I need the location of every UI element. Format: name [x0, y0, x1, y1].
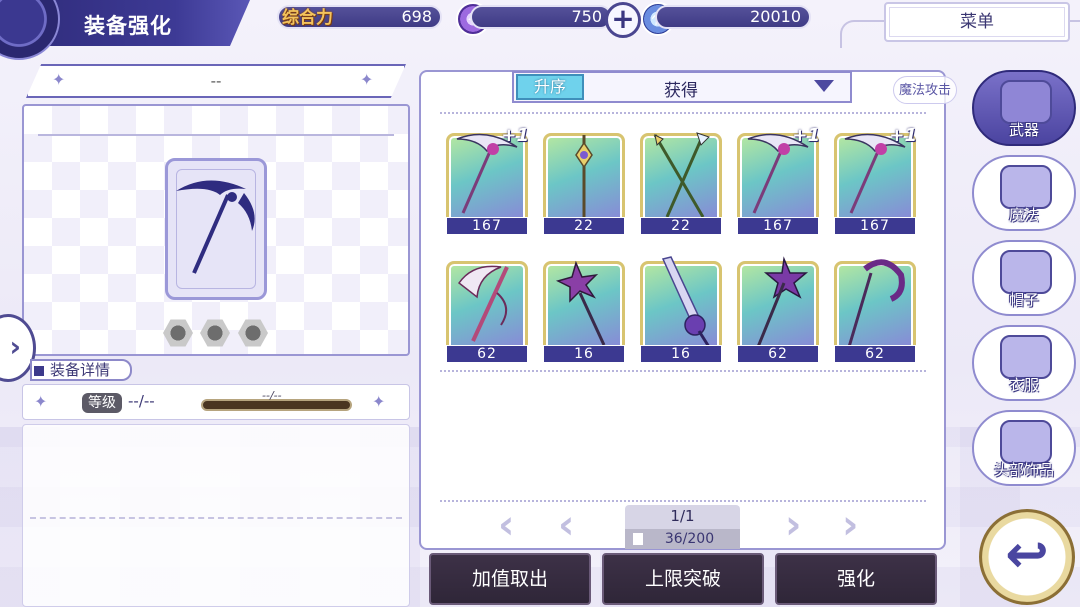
- grid-top-divider: [440, 112, 926, 114]
- glasses-icon: [1000, 420, 1052, 464]
- enhance-button[interactable]: 强化: [775, 553, 937, 605]
- item-value: 62: [834, 345, 916, 363]
- mana-value: 20010: [750, 7, 801, 26]
- inventory-item[interactable]: +1 167: [831, 125, 919, 235]
- limit-break-button[interactable]: 上限突破: [602, 553, 764, 605]
- sort-order-button[interactable]: 升序: [516, 74, 584, 100]
- item-value: 62: [446, 345, 528, 363]
- chevron-down-icon[interactable]: [814, 80, 834, 92]
- crossed-weapons-icon: [1000, 80, 1052, 124]
- category-label: 帽子: [1008, 291, 1039, 309]
- power-value: 698: [401, 7, 432, 26]
- next-page-icon[interactable]: ›: [785, 505, 801, 545]
- category-clothes[interactable]: 衣服: [972, 325, 1076, 401]
- item-value: 62: [737, 345, 819, 363]
- sparkle-icon: ✦: [34, 392, 48, 411]
- sparkle-icon: ✦: [52, 70, 66, 89]
- plus-tag: +1: [501, 125, 529, 146]
- equipment-name: --: [26, 64, 406, 98]
- item-value: 22: [640, 217, 722, 235]
- item-value: 167: [446, 217, 528, 235]
- inventory-item[interactable]: +1 167: [734, 125, 822, 235]
- prev-page-icon[interactable]: ‹: [558, 505, 574, 545]
- item-value: 16: [640, 345, 722, 363]
- plus-tag: +1: [889, 125, 917, 146]
- inventory-item[interactable]: 22: [540, 125, 628, 235]
- crook-staff-icon: [847, 259, 905, 348]
- great-sword-icon: [661, 256, 711, 348]
- plus-tag: +1: [792, 125, 820, 146]
- star-mace-icon: [555, 260, 606, 346]
- category-label: 武器: [1008, 121, 1039, 139]
- last-page-icon[interactable]: ›: [842, 505, 858, 545]
- page-number: 1/1: [670, 507, 695, 525]
- category-weapon[interactable]: 武器: [972, 70, 1076, 146]
- exp-text: --/--: [262, 389, 282, 402]
- back-button[interactable]: ↩: [979, 509, 1075, 605]
- item-value: 167: [834, 217, 916, 235]
- filter-magic-attack[interactable]: 魔法攻击: [893, 76, 957, 104]
- first-page-icon[interactable]: ‹: [498, 505, 514, 545]
- inventory-item[interactable]: 16: [637, 253, 725, 363]
- scythe-silhouette-icon: [176, 180, 255, 274]
- inventory-item[interactable]: 62: [831, 253, 919, 363]
- category-magic[interactable]: 魔法: [972, 155, 1076, 231]
- inventory-item[interactable]: 22: [637, 125, 725, 235]
- sort-field[interactable]: 获得: [664, 76, 698, 101]
- inventory-item[interactable]: 62: [443, 253, 531, 363]
- page-title: 装备强化: [84, 14, 172, 38]
- clothes-icon: [1000, 335, 1052, 379]
- detail-tab[interactable]: 装备详情: [30, 359, 132, 381]
- sparkle-icon: ✦: [360, 70, 374, 89]
- description-divider: [30, 517, 402, 519]
- category-label: 头部饰品: [993, 461, 1054, 479]
- category-hat[interactable]: 帽子: [972, 240, 1076, 316]
- star-value: 750: [571, 7, 602, 26]
- clock-emblem-icon: [0, 0, 60, 60]
- star-staff-icon: [756, 256, 809, 348]
- category-label: 魔法: [1008, 206, 1039, 224]
- inventory-item[interactable]: 16: [540, 253, 628, 363]
- crescent-blade-icon: [457, 265, 509, 342]
- weapon-placeholder-card: [165, 158, 267, 300]
- withdraw-bonus-button[interactable]: 加值取出: [429, 553, 591, 605]
- power-label: 综合力: [282, 8, 333, 28]
- item-value: 22: [543, 217, 625, 235]
- description-box: [22, 424, 410, 607]
- preview-divider: [38, 134, 394, 136]
- page-indicator: 1/1 36/200: [625, 505, 740, 549]
- inventory-item[interactable]: +1 167: [443, 125, 531, 235]
- hat-icon: [1000, 250, 1052, 294]
- category-head-accessory[interactable]: 头部饰品: [972, 410, 1076, 486]
- inventory-item[interactable]: 62: [734, 253, 822, 363]
- level-value: --/--: [128, 392, 155, 410]
- item-value: 167: [737, 217, 819, 235]
- item-count: 36/200: [625, 529, 740, 549]
- twin-spear-icon: [653, 132, 710, 218]
- item-value: 16: [543, 345, 625, 363]
- magic-cards-icon: [1000, 165, 1052, 209]
- level-label: 等级: [82, 393, 122, 413]
- sparkle-icon: ✦: [372, 392, 386, 411]
- staff-icon: [575, 135, 593, 217]
- star-currency-bar: 750: [470, 5, 612, 29]
- category-label: 衣服: [1008, 376, 1039, 394]
- mana-bar: 20010: [655, 5, 811, 29]
- add-currency-button[interactable]: +: [605, 2, 641, 38]
- grid-mid-divider: [440, 370, 926, 372]
- menu-button[interactable]: 菜单: [884, 2, 1070, 42]
